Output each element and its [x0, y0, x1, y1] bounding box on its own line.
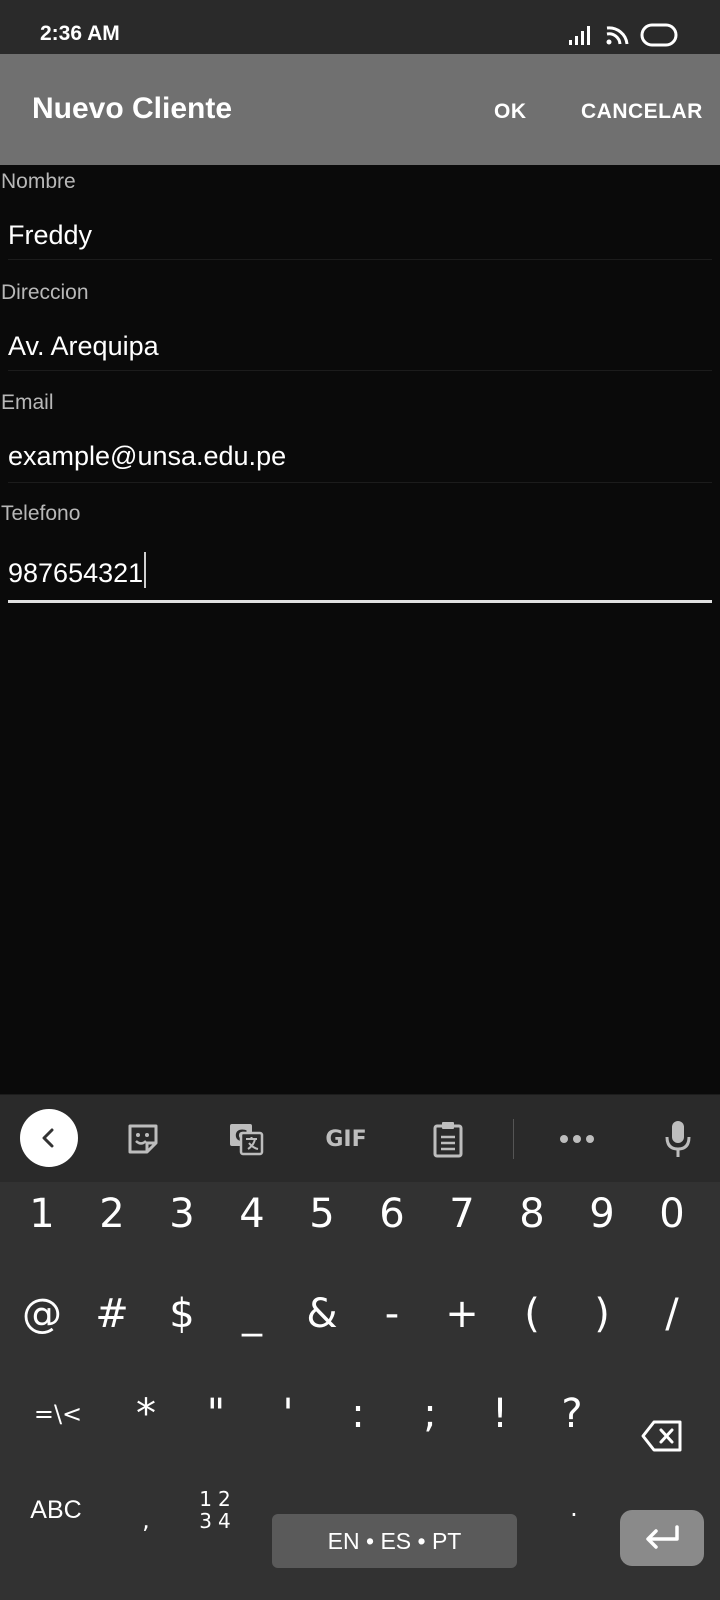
- abc-key[interactable]: ABC: [20, 1480, 92, 1540]
- direccion-field[interactable]: Av. Arequipa: [8, 331, 712, 362]
- numpad-label-top: 12: [199, 1487, 237, 1511]
- ok-button[interactable]: OK: [494, 100, 527, 124]
- more-button[interactable]: [547, 1109, 607, 1169]
- key-question[interactable]: ?: [542, 1384, 602, 1444]
- direccion-underline: [8, 370, 712, 371]
- nombre-field[interactable]: Freddy: [8, 220, 712, 251]
- cancel-button[interactable]: CANCELAR: [581, 100, 703, 124]
- more-icon: [560, 1135, 594, 1143]
- signal-icon: [569, 26, 590, 45]
- numpad-label-bottom: 34: [199, 1509, 237, 1533]
- key-period[interactable]: .: [544, 1478, 604, 1538]
- key-9[interactable]: 9: [572, 1184, 632, 1244]
- status-icons: [568, 22, 680, 48]
- clipboard-icon: [433, 1122, 463, 1158]
- key-slash[interactable]: /: [642, 1284, 702, 1344]
- clipboard-button[interactable]: [418, 1109, 478, 1169]
- translate-icon: G: [230, 1124, 264, 1156]
- key-5[interactable]: 5: [292, 1184, 352, 1244]
- key-close-paren[interactable]: ): [572, 1284, 632, 1344]
- telefono-underline: [8, 600, 712, 603]
- key-open-paren[interactable]: (: [502, 1284, 562, 1344]
- key-exclamation[interactable]: !: [470, 1384, 530, 1444]
- sticker-icon: [128, 1124, 158, 1154]
- key-1[interactable]: 1: [12, 1184, 72, 1244]
- app-bar: Nuevo Cliente OK CANCELAR: [0, 54, 720, 165]
- key-comma[interactable]: ,: [116, 1490, 176, 1550]
- email-underline: [8, 482, 712, 483]
- key-4[interactable]: 4: [222, 1184, 282, 1244]
- key-more-symbols[interactable]: =\<: [22, 1384, 94, 1444]
- key-colon[interactable]: :: [328, 1384, 388, 1444]
- wifi-icon: [606, 26, 629, 45]
- nombre-underline: [8, 259, 712, 260]
- key-plus[interactable]: +: [432, 1284, 492, 1344]
- email-field[interactable]: example@unsa.edu.pe: [8, 441, 712, 472]
- numpad-key[interactable]: 12 34: [188, 1480, 248, 1540]
- enter-icon: [646, 1525, 679, 1549]
- keyboard: G GIF 1 2 3: [0, 1094, 720, 1600]
- battery-icon: [640, 23, 678, 47]
- telefono-field[interactable]: 987654321: [8, 552, 712, 589]
- telefono-value: 987654321: [8, 558, 144, 588]
- key-ampersand[interactable]: &: [292, 1284, 352, 1344]
- page-title: Nuevo Cliente: [32, 92, 233, 125]
- status-time: 2:36 AM: [40, 22, 120, 45]
- gif-button[interactable]: GIF: [316, 1109, 376, 1169]
- space-key[interactable]: EN • ES • PT: [272, 1514, 517, 1568]
- direccion-label: Direccion: [1, 281, 89, 304]
- status-bar: 2:36 AM: [0, 0, 720, 54]
- key-minus[interactable]: -: [362, 1284, 422, 1344]
- telefono-label: Telefono: [1, 502, 81, 525]
- key-3[interactable]: 3: [152, 1184, 212, 1244]
- key-2[interactable]: 2: [82, 1184, 142, 1244]
- keyboard-back-button[interactable]: [20, 1109, 78, 1167]
- key-at[interactable]: @: [12, 1284, 72, 1344]
- email-label: Email: [1, 391, 54, 414]
- voice-input-button[interactable]: [648, 1109, 708, 1169]
- backspace-key[interactable]: [636, 1412, 688, 1460]
- key-single-quote[interactable]: ': [258, 1384, 318, 1444]
- enter-key[interactable]: [620, 1510, 704, 1566]
- translate-button[interactable]: G: [216, 1109, 276, 1169]
- key-asterisk[interactable]: *: [116, 1384, 176, 1444]
- key-semicolon[interactable]: ;: [400, 1384, 460, 1444]
- text-cursor: [144, 552, 147, 588]
- sticker-button[interactable]: [113, 1109, 173, 1169]
- key-dollar[interactable]: $: [152, 1284, 212, 1344]
- key-underscore[interactable]: _: [222, 1284, 282, 1344]
- toolbar-divider: [513, 1119, 514, 1159]
- key-0[interactable]: 0: [642, 1184, 702, 1244]
- backspace-icon: [641, 1420, 682, 1452]
- key-hash[interactable]: #: [82, 1284, 142, 1344]
- key-7[interactable]: 7: [432, 1184, 492, 1244]
- key-6[interactable]: 6: [362, 1184, 422, 1244]
- key-8[interactable]: 8: [502, 1184, 562, 1244]
- chevron-left-icon: [42, 1128, 54, 1148]
- microphone-icon: [665, 1121, 691, 1157]
- nombre-label: Nombre: [1, 170, 76, 193]
- keyboard-toolbar: G GIF: [0, 1094, 720, 1182]
- key-double-quote[interactable]: ": [186, 1384, 246, 1444]
